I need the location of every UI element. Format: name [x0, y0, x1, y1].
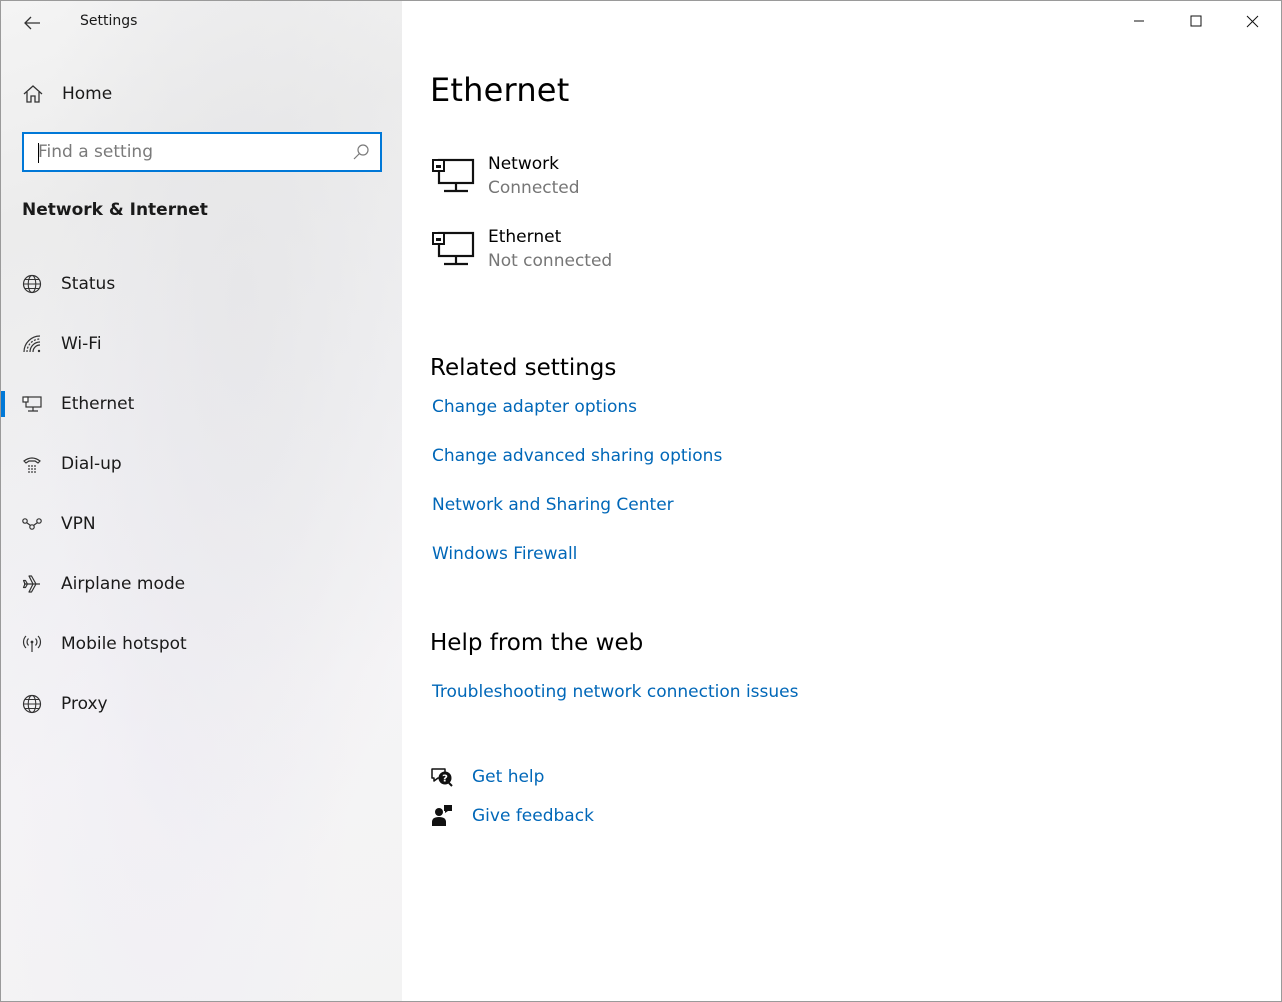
sidebar-item-ethernet[interactable]: Ethernet — [1, 379, 402, 429]
link-change-adapter-options[interactable]: Change adapter options — [432, 397, 637, 417]
sidebar-item-wifi[interactable]: Wi-Fi — [1, 319, 402, 369]
link-windows-firewall[interactable]: Windows Firewall — [432, 544, 577, 564]
give-feedback-link[interactable]: Give feedback — [430, 803, 594, 829]
network-adapter-icon — [432, 158, 475, 193]
sidebar-item-airplane-mode[interactable]: Airplane mode — [1, 559, 402, 609]
get-help-link[interactable]: ? Get help — [430, 764, 544, 790]
network-adapter-icon — [432, 231, 475, 266]
help-from-web-title: Help from the web — [430, 630, 644, 656]
sidebar-item-label: Dial-up — [61, 454, 122, 474]
network-item[interactable]: Network Connected — [430, 153, 830, 209]
globe-status-icon — [21, 273, 43, 295]
get-help-label: Get help — [472, 767, 545, 787]
search-input[interactable] — [24, 134, 352, 170]
page-title: Ethernet — [430, 71, 570, 109]
airplane-icon — [21, 573, 43, 595]
svg-text:?: ? — [442, 774, 448, 785]
vpn-icon — [21, 513, 43, 535]
settings-window: Settings Home Network & Internet — [0, 0, 1282, 1002]
ethernet-icon — [21, 393, 43, 415]
hotspot-icon — [21, 633, 43, 655]
home-icon — [23, 85, 43, 103]
search-box[interactable] — [22, 132, 382, 172]
globe-icon — [21, 693, 43, 715]
sidebar-item-label: Proxy — [61, 694, 108, 714]
give-feedback-icon — [432, 805, 452, 826]
sidebar-item-dialup[interactable]: Dial-up — [1, 439, 402, 489]
related-settings-title: Related settings — [430, 355, 617, 381]
search-icon[interactable] — [352, 143, 370, 161]
network-status: Connected — [488, 178, 580, 198]
network-text: Network Connected — [488, 153, 580, 201]
sidebar-item-label: Airplane mode — [61, 574, 186, 594]
sidebar-item-label: Status — [61, 274, 116, 294]
sidebar-item-proxy[interactable]: Proxy — [1, 679, 402, 729]
link-troubleshooting[interactable]: Troubleshooting network connection issue… — [432, 682, 798, 702]
network-item[interactable]: Ethernet Not connected — [430, 226, 830, 282]
sidebar-item-mobile-hotspot[interactable]: Mobile hotspot — [1, 619, 402, 669]
get-help-icon: ? — [431, 768, 453, 787]
network-text: Ethernet Not connected — [488, 226, 612, 274]
give-feedback-label: Give feedback — [472, 806, 594, 826]
network-name: Network — [488, 154, 559, 174]
network-name: Ethernet — [488, 227, 562, 247]
sidebar-section-title: Network & Internet — [22, 200, 208, 220]
app-title: Settings — [80, 13, 138, 29]
text-cursor — [38, 143, 39, 163]
sidebar-item-status[interactable]: Status — [1, 259, 402, 309]
back-button[interactable] — [15, 9, 49, 37]
sidebar-home-label: Home — [62, 84, 113, 104]
link-change-advanced-sharing[interactable]: Change advanced sharing options — [432, 446, 722, 466]
sidebar-item-home[interactable]: Home — [1, 75, 402, 113]
network-status: Not connected — [488, 251, 613, 271]
sidebar-item-label: Ethernet — [61, 394, 135, 414]
wifi-icon — [21, 333, 43, 355]
sidebar-item-label: Wi-Fi — [61, 334, 102, 354]
link-network-sharing-center[interactable]: Network and Sharing Center — [432, 495, 674, 515]
sidebar-item-vpn[interactable]: VPN — [1, 499, 402, 549]
sidebar: Settings Home Network & Internet — [1, 1, 402, 1001]
sidebar-item-label: VPN — [61, 514, 96, 534]
active-indicator — [1, 391, 5, 417]
dialup-icon — [21, 453, 43, 475]
back-arrow-icon — [24, 16, 40, 30]
sidebar-item-label: Mobile hotspot — [61, 634, 187, 654]
main-content: Ethernet Network Connected Ethernet Not … — [402, 1, 1281, 1001]
